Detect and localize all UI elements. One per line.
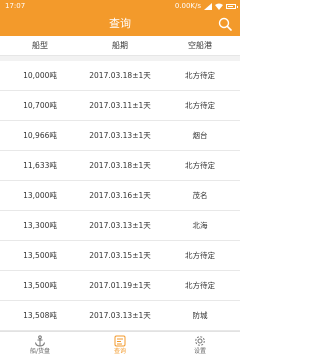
cell-port: 北方待定 bbox=[185, 71, 215, 80]
cell-tonnage: 13,500吨 bbox=[23, 251, 57, 260]
cell-date: 2017.03.13±1天 bbox=[89, 131, 151, 140]
cell-tonnage: 10,000吨 bbox=[23, 71, 57, 80]
cell-port: 烟台 bbox=[192, 131, 208, 140]
table-row[interactable]: 13,500吨 2017.01.19±1天 北方待定 bbox=[0, 271, 240, 301]
cell-tonnage: 13,508吨 bbox=[23, 311, 57, 320]
status-time: 17:07 bbox=[5, 2, 26, 10]
table-row[interactable]: 13,500吨 2017.03.15±1天 北方待定 bbox=[0, 241, 240, 271]
table-row[interactable]: 10,000吨 2017.03.18±1天 北方待定 bbox=[0, 61, 240, 91]
wifi-icon bbox=[215, 3, 223, 10]
header-ship-type: 船型 bbox=[32, 41, 48, 50]
tab-bar: 船/货盘 查询 设置 bbox=[0, 331, 240, 360]
cell-port: 北方待定 bbox=[185, 161, 215, 170]
status-right: 0.00K/s bbox=[174, 0, 238, 12]
cell-port: 北方待定 bbox=[185, 281, 215, 290]
tab-settings[interactable]: 设置 bbox=[160, 332, 240, 360]
tab-ship-cargo[interactable]: 船/货盘 bbox=[0, 332, 80, 360]
tab-query-label: 查询 bbox=[113, 348, 126, 355]
cell-tonnage: 11,633吨 bbox=[23, 161, 57, 170]
cell-date: 2017.03.18±1天 bbox=[89, 71, 151, 80]
table-row[interactable]: 10,966吨 2017.03.13±1天 烟台 bbox=[0, 121, 240, 151]
table-row[interactable]: 11,633吨 2017.03.18±1天 北方待定 bbox=[0, 151, 240, 181]
cell-port: 北海 bbox=[192, 221, 208, 230]
cell-port: 北方待定 bbox=[185, 251, 215, 260]
table-row[interactable]: 13,300吨 2017.03.13±1天 北海 bbox=[0, 211, 240, 241]
header-schedule: 船期 bbox=[112, 41, 128, 50]
gear-icon bbox=[195, 336, 205, 346]
query-icon bbox=[114, 335, 126, 347]
cell-tonnage: 13,300吨 bbox=[23, 221, 57, 230]
cell-date: 2017.03.11±1天 bbox=[89, 101, 151, 110]
network-speed: 0.00K/s bbox=[174, 2, 201, 10]
table-row[interactable]: 10,700吨 2017.03.11±1天 北方待定 bbox=[0, 91, 240, 121]
signal-icon bbox=[204, 2, 212, 10]
cell-date: 2017.03.16±1天 bbox=[89, 191, 151, 200]
page-title: 查询 bbox=[109, 17, 131, 30]
nav-bar: 查询 bbox=[0, 12, 240, 36]
battery-icon bbox=[226, 3, 238, 9]
cell-tonnage: 10,966吨 bbox=[23, 131, 57, 140]
cell-port: 北方待定 bbox=[185, 101, 215, 110]
table-row[interactable]: 13,000吨 2017.03.16±1天 茂名 bbox=[0, 181, 240, 211]
header-empty-port: 空船港 bbox=[188, 41, 212, 50]
table-header: 船型 船期 空船港 bbox=[0, 36, 240, 56]
search-icon[interactable] bbox=[218, 17, 232, 31]
cell-port: 茂名 bbox=[192, 191, 208, 200]
anchor-icon bbox=[35, 335, 45, 347]
tab-query[interactable]: 查询 bbox=[80, 332, 160, 360]
cell-date: 2017.03.18±1天 bbox=[89, 161, 151, 170]
tab-settings-label: 设置 bbox=[193, 348, 206, 355]
cell-date: 2017.03.15±1天 bbox=[89, 251, 151, 260]
tab-ship-cargo-label: 船/货盘 bbox=[29, 348, 51, 355]
cell-tonnage: 13,000吨 bbox=[23, 191, 57, 200]
cell-port: 防城 bbox=[192, 311, 208, 320]
cell-date: 2017.03.13±1天 bbox=[89, 311, 151, 320]
status-bar: 17:07 0.00K/s bbox=[0, 0, 240, 12]
cell-tonnage: 10,700吨 bbox=[23, 101, 57, 110]
cell-tonnage: 13,500吨 bbox=[23, 281, 57, 290]
cell-date: 2017.03.13±1天 bbox=[89, 221, 151, 230]
table-row[interactable]: 13,508吨 2017.03.13±1天 防城 bbox=[0, 301, 240, 331]
results-list: 10,000吨 2017.03.18±1天 北方待定 10,700吨 2017.… bbox=[0, 61, 240, 331]
cell-date: 2017.01.19±1天 bbox=[89, 281, 151, 290]
